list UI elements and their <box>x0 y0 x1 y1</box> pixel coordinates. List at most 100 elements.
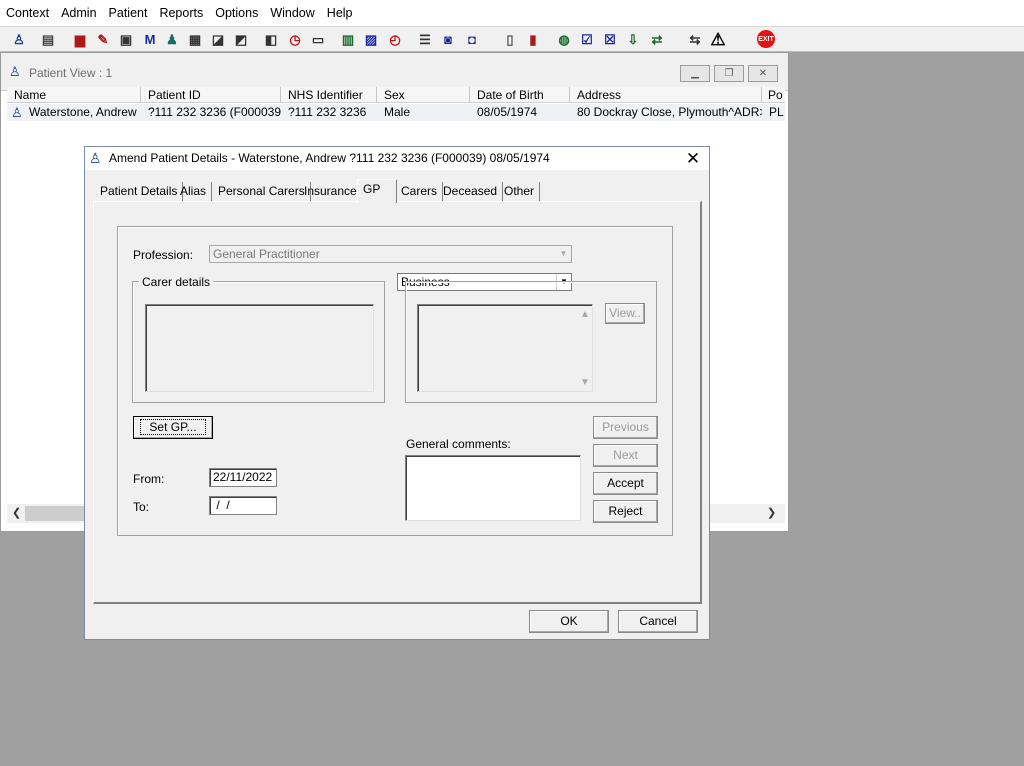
column-header-patient-id[interactable]: Patient ID <box>141 87 281 103</box>
menu-bar: Context Admin Patient Reports Options Wi… <box>0 0 1024 26</box>
set-gp-button[interactable]: Set GP... <box>133 416 213 439</box>
document-icon[interactable]: ▯ <box>500 29 520 49</box>
patient-icon: ♙ <box>11 105 23 120</box>
cell-sex: Male <box>384 105 411 119</box>
truck-icon[interactable]: ◪ <box>208 29 228 49</box>
cancel-button[interactable]: Cancel <box>618 610 698 633</box>
from-label: From: <box>133 472 165 486</box>
reject-button[interactable]: Reject <box>593 500 658 523</box>
ambulance-icon[interactable]: ◙ <box>438 29 458 49</box>
from-date-input[interactable]: 22/11/2022 <box>209 468 277 487</box>
dialog-title: Amend Patient Details - Waterstone, Andr… <box>109 151 550 165</box>
clock-icon[interactable]: ◷ <box>285 29 305 49</box>
tab-personal-carers[interactable]: Personal Carers <box>213 182 311 202</box>
sync-icon[interactable]: ⇄ <box>647 29 667 49</box>
menu-help[interactable]: Help <box>321 0 359 26</box>
bed-icon[interactable]: ◘ <box>462 29 482 49</box>
tab-carers[interactable]: Carers <box>396 182 444 202</box>
column-header-sex[interactable]: Sex <box>377 87 470 103</box>
cell-name: Waterstone, Andrew <box>29 105 137 119</box>
column-header-name[interactable]: Name <box>7 87 141 103</box>
check-form-icon[interactable]: ☑ <box>577 29 597 49</box>
book-icon[interactable]: ▆ <box>70 29 90 49</box>
patient-view-title: Patient View : 1 <box>29 66 113 80</box>
general-comments-label: General comments: <box>406 437 511 451</box>
ok-button[interactable]: OK <box>529 610 609 633</box>
profession-value: General Practitioner <box>213 247 320 261</box>
scroll-left-icon[interactable]: ❮ <box>12 506 21 519</box>
minimize-button[interactable]: ▁ <box>680 65 710 82</box>
monitor-icon[interactable]: ▭ <box>308 29 328 49</box>
table-row[interactable]: ♙ Waterstone, Andrew ?111 232 3236 (F000… <box>7 104 785 121</box>
search-doc-icon[interactable]: ◧ <box>261 29 281 49</box>
tab-gp[interactable]: GP <box>357 179 397 203</box>
approve-icon[interactable]: ☒ <box>600 29 620 49</box>
contact-details-box[interactable]: ▲ ▼ <box>417 304 593 392</box>
transfer-icon[interactable]: ◩ <box>231 29 251 49</box>
column-header-nhs-identifier[interactable]: NHS Identifier <box>281 87 377 103</box>
bar-chart-icon[interactable]: ▮ <box>523 29 543 49</box>
printer-icon[interactable]: ▤ <box>38 29 58 49</box>
download-icon[interactable]: ⇩ <box>623 29 643 49</box>
patient-icon: ♙ <box>89 150 102 166</box>
globe-icon[interactable]: ◍ <box>554 29 574 49</box>
patient-list-header: Name Patient ID NHS Identifier Sex Date … <box>7 87 785 103</box>
to-label: To: <box>133 500 150 514</box>
exit-icon[interactable]: EXIT <box>757 30 775 48</box>
accept-button[interactable]: Accept <box>593 472 658 495</box>
edit-note-icon[interactable]: ✎ <box>93 29 113 49</box>
menu-reports[interactable]: Reports <box>153 0 209 26</box>
warning-icon[interactable]: ⚠ <box>708 29 728 49</box>
chevron-down-icon: ▼ <box>559 249 568 258</box>
cell-nhs-identifier: ?111 232 3236 <box>288 105 367 119</box>
tab-deceased[interactable]: Deceased <box>438 182 504 202</box>
note-icon[interactable]: ▨ <box>361 29 381 49</box>
tab-other[interactable]: Other <box>499 182 541 202</box>
doctor-icon[interactable]: ♟ <box>162 29 182 49</box>
menu-patient[interactable]: Patient <box>103 0 154 26</box>
dialog-titlebar: ♙ Amend Patient Details - Waterstone, An… <box>85 147 709 170</box>
column-header-postcode[interactable]: Po <box>762 87 785 103</box>
cell-patient-id: ?111 232 3236 (F000039) <box>148 105 281 119</box>
tab-patient-details[interactable]: Patient Details <box>95 182 184 202</box>
scan-icon[interactable]: ▣ <box>116 29 136 49</box>
scroll-up-icon: ▲ <box>580 309 590 320</box>
column-header-dob[interactable]: Date of Birth <box>470 87 570 103</box>
restore-button[interactable]: ❐ <box>714 65 744 82</box>
profession-select[interactable]: General Practitioner ▼ <box>209 245 572 263</box>
cell-address: 80 Dockray Close, Plymouth^ADR>> <box>577 105 762 119</box>
amend-patient-dialog: ♙ Amend Patient Details - Waterstone, An… <box>84 146 710 640</box>
timer-icon[interactable]: ◴ <box>385 29 405 49</box>
scroll-down-icon: ▼ <box>580 377 590 388</box>
scroll-right-icon[interactable]: ❯ <box>767 506 776 519</box>
m-icon[interactable]: M <box>140 29 160 49</box>
next-button[interactable]: Next <box>593 444 658 467</box>
previous-button[interactable]: Previous <box>593 416 658 439</box>
swap-icon[interactable]: ⇆ <box>685 29 705 49</box>
list-icon[interactable]: ☰ <box>415 29 435 49</box>
cell-dob: 08/05/1974 <box>477 105 538 119</box>
menu-context[interactable]: Context <box>0 0 55 26</box>
carer-details-label: Carer details <box>139 275 214 289</box>
patient-view-titlebar: ♙ Patient View : 1 ▁ ❐ ✕ <box>1 53 788 91</box>
general-comments-input[interactable] <box>405 455 581 521</box>
close-icon[interactable]: ✕ <box>681 148 705 169</box>
carer-details-box[interactable] <box>145 304 374 392</box>
column-header-address[interactable]: Address <box>570 87 762 103</box>
profession-label: Profession: <box>133 248 194 262</box>
patient-icon: ♙ <box>9 64 21 79</box>
view-button[interactable]: View.. <box>605 303 645 324</box>
scroll-thumb[interactable] <box>25 506 93 521</box>
toolbar: ♙ ▤ ▆ ✎ ▣ M ♟ ▦ ◪ ◩ ◧ ◷ ▭ ▥ ▨ ◴ ☰ ◙ ◘ ▯ … <box>0 26 1024 52</box>
tab-alias[interactable]: Alias <box>175 182 213 202</box>
menu-admin[interactable]: Admin <box>55 0 102 26</box>
to-date-input[interactable]: / / <box>209 496 277 515</box>
patient-icon[interactable]: ♙ <box>9 29 29 49</box>
menu-options[interactable]: Options <box>209 0 264 26</box>
cell-postcode: PL <box>769 105 784 119</box>
close-button[interactable]: ✕ <box>748 65 778 82</box>
clipboard-icon[interactable]: ▦ <box>185 29 205 49</box>
calendar-icon[interactable]: ▥ <box>338 29 358 49</box>
menu-window[interactable]: Window <box>264 0 320 26</box>
tab-insurance[interactable]: Insurance <box>299 182 363 202</box>
